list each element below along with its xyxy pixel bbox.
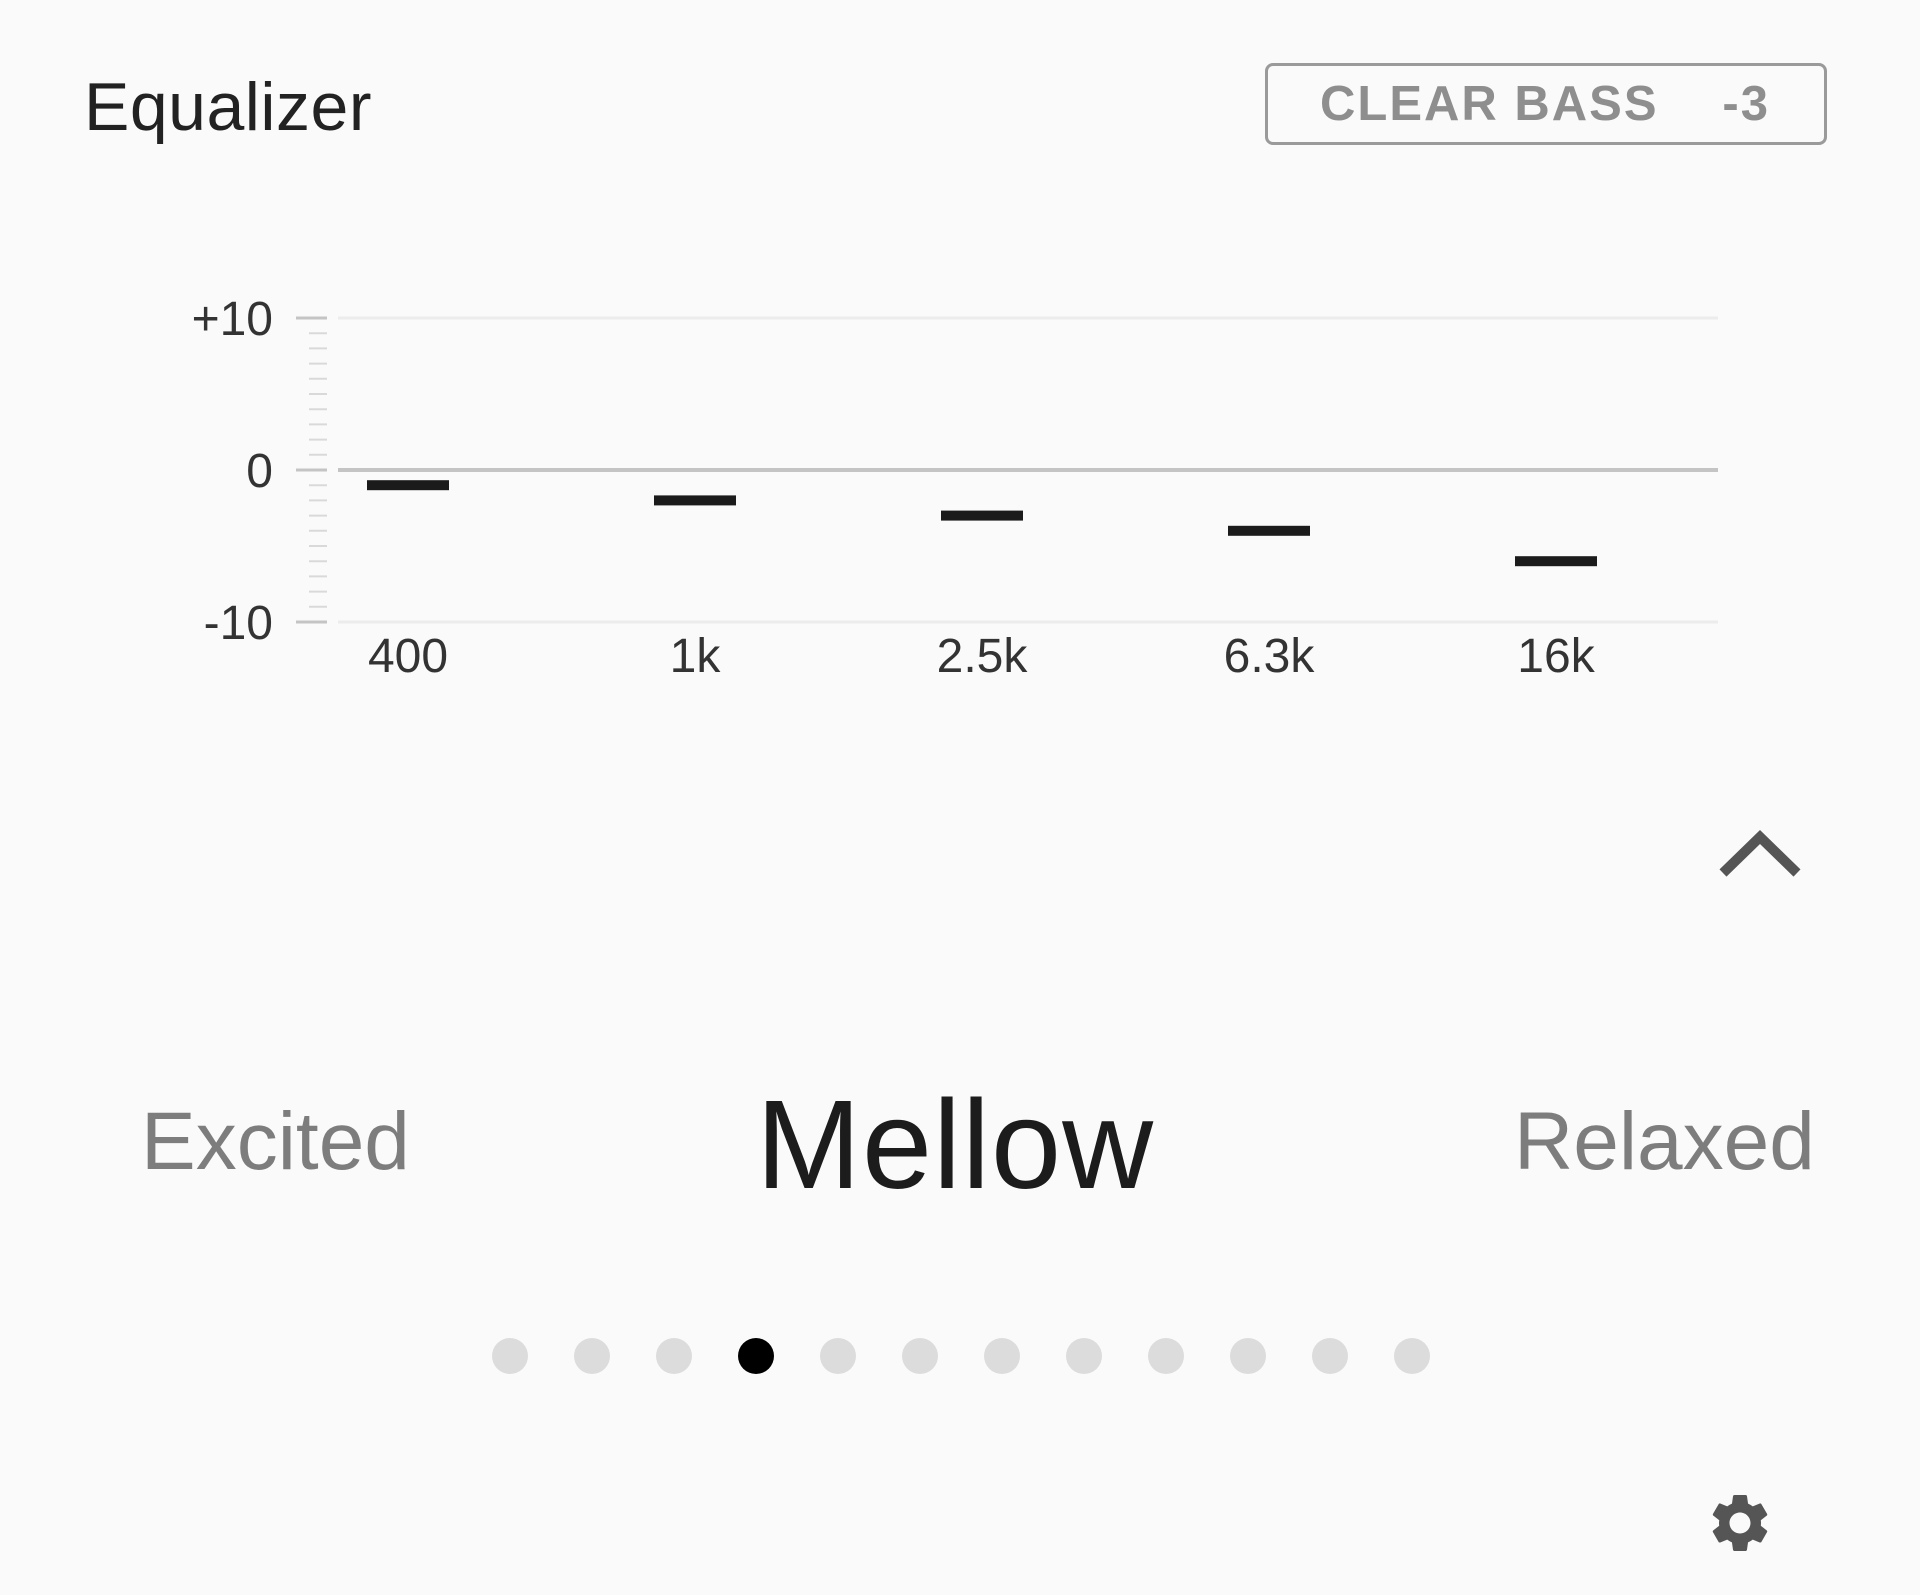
chart-y-axis: +10 0 -10 (192, 293, 327, 650)
eq-band-level-16k[interactable] (1515, 556, 1597, 567)
chart-bars[interactable] (367, 480, 1597, 567)
chart-x-labels: 400 1k 2.5k 6.3k 16k (368, 630, 1596, 683)
eq-band-level-1k[interactable] (654, 495, 736, 506)
page-dot[interactable] (984, 1338, 1020, 1374)
y-tick-label: +10 (192, 293, 273, 346)
page-dot[interactable] (492, 1338, 528, 1374)
x-tick-label: 1k (670, 630, 722, 683)
x-tick-label: 6.3k (1224, 630, 1316, 683)
eq-band-level-400[interactable] (367, 480, 449, 491)
eq-band-level-6.3k[interactable] (1228, 525, 1310, 536)
equalizer-chart: +10 0 -10 400 1k 2.5k 6.3k 16k (192, 293, 1718, 683)
page-dot-active[interactable] (738, 1338, 774, 1374)
chevron-up-icon[interactable] (1715, 823, 1805, 883)
page-dot[interactable] (656, 1338, 692, 1374)
page-dot[interactable] (574, 1338, 610, 1374)
chart-grid (338, 316, 1718, 624)
x-tick-label: 2.5k (937, 630, 1029, 683)
page-dot[interactable] (902, 1338, 938, 1374)
y-tick-label: 0 (246, 445, 273, 498)
equalizer-screen: Equalizer CLEAR BASS -3 +10 0 -10 400 1k 2.5… (0, 0, 1920, 1595)
preset-current: Mellow (756, 1074, 1155, 1215)
preset-page-indicator[interactable] (492, 1338, 1430, 1374)
x-tick-label: 400 (368, 630, 448, 683)
page-dot[interactable] (1066, 1338, 1102, 1374)
preset-next[interactable]: Relaxed (1514, 1095, 1815, 1189)
page-dot[interactable] (1148, 1338, 1184, 1374)
page-dot[interactable] (1394, 1338, 1430, 1374)
eq-band-level-2.5k[interactable] (941, 510, 1023, 521)
page-dot[interactable] (1312, 1338, 1348, 1374)
y-tick-label: -10 (204, 597, 273, 650)
x-tick-label: 16k (1517, 630, 1595, 683)
preset-previous[interactable]: Excited (141, 1095, 410, 1189)
page-dot[interactable] (1230, 1338, 1266, 1374)
page-dot[interactable] (820, 1338, 856, 1374)
gear-icon[interactable] (1705, 1488, 1775, 1558)
